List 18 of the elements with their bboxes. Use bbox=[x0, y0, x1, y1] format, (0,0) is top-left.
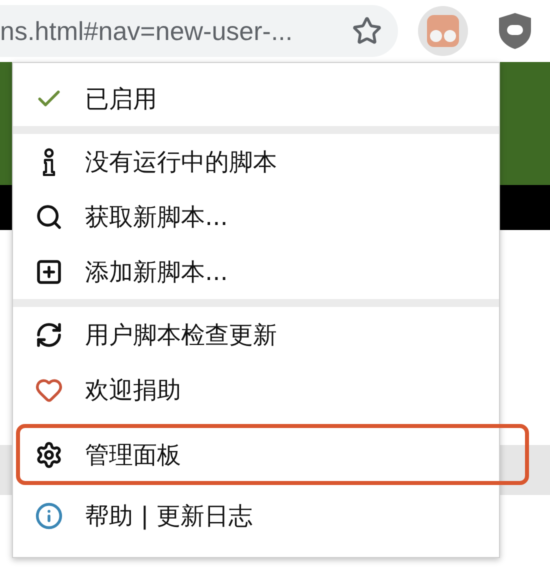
menu-item[interactable]: 用户脚本检查更新 bbox=[13, 307, 499, 362]
settings-icon bbox=[35, 440, 63, 468]
menu-item[interactable]: 欢迎捐助 bbox=[13, 362, 499, 417]
menu-item[interactable]: 添加新脚本... bbox=[13, 244, 499, 299]
menu-item[interactable]: 获取新脚本... bbox=[13, 189, 499, 244]
url-text: ns.html#nav=new-user-... bbox=[0, 16, 294, 46]
menu-item[interactable]: 已启用 bbox=[13, 71, 499, 126]
plus-square-icon bbox=[35, 258, 63, 286]
search-icon bbox=[35, 202, 63, 230]
bookmark-star-button[interactable] bbox=[352, 16, 382, 46]
info-icon bbox=[35, 502, 63, 530]
menu-item[interactable]: 帮助 | 更新日志 bbox=[13, 488, 499, 543]
menu-item[interactable]: 管理面板 bbox=[16, 424, 529, 485]
info-mark-icon bbox=[41, 148, 57, 176]
shield-icon[interactable] bbox=[498, 12, 532, 50]
menu-item[interactable]: 没有运行中的脚本 bbox=[13, 134, 499, 189]
refresh-icon bbox=[35, 320, 63, 348]
address-bar[interactable]: ns.html#nav=new-user-... bbox=[0, 5, 398, 57]
